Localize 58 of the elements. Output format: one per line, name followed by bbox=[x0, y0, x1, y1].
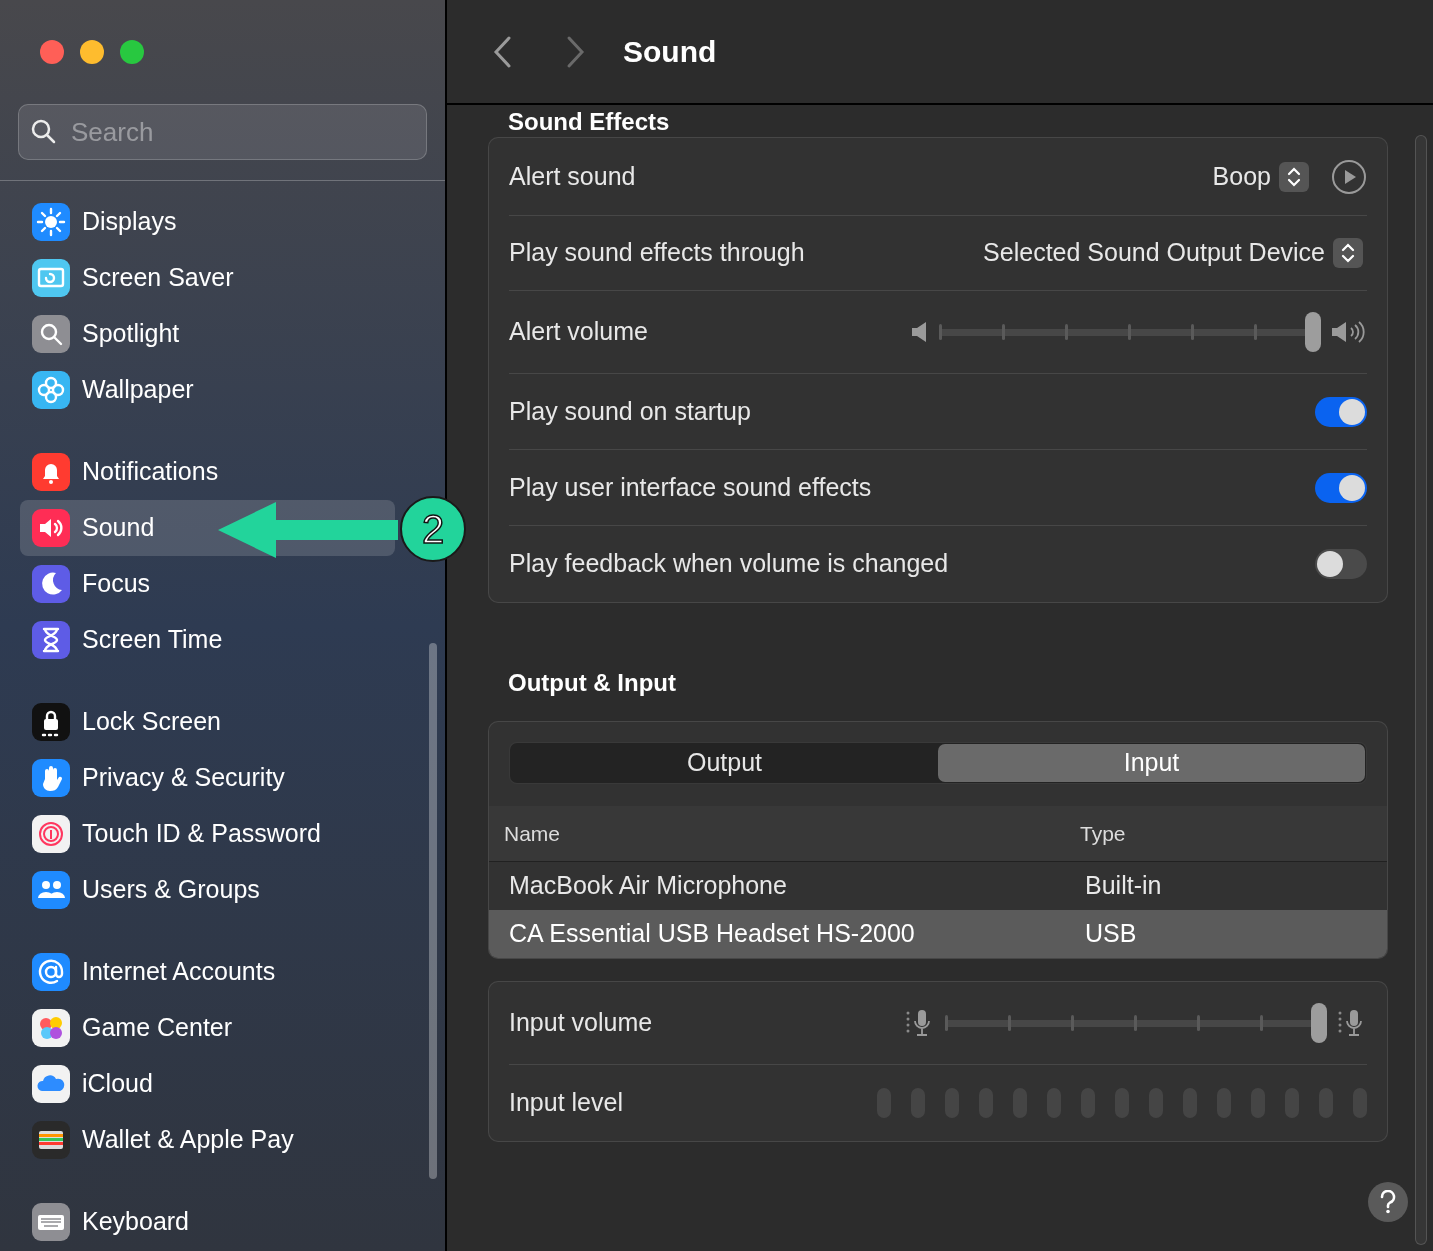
tab[interactable]: Output bbox=[511, 744, 938, 782]
slider-thumb[interactable] bbox=[1311, 1003, 1327, 1043]
setting-label: Alert sound bbox=[509, 160, 636, 192]
close-button[interactable] bbox=[40, 40, 64, 64]
zoom-button[interactable] bbox=[120, 40, 144, 64]
setting-label: Play feedback when volume is changed bbox=[509, 548, 949, 580]
window-title: Sound bbox=[623, 34, 717, 70]
slider-thumb[interactable] bbox=[1305, 312, 1321, 352]
scroll-bar[interactable] bbox=[429, 643, 437, 1179]
play-button[interactable] bbox=[1331, 158, 1367, 195]
toggle-switch[interactable] bbox=[1315, 396, 1367, 427]
toggle-switch[interactable] bbox=[1315, 549, 1367, 579]
scroll-bar[interactable] bbox=[1415, 135, 1427, 1245]
setting-label: Play sound on startup bbox=[509, 395, 751, 427]
sidebar-item[interactable]: Privacy & Security bbox=[20, 750, 395, 806]
sidebar-item[interactable]: Users & Groups bbox=[20, 862, 395, 918]
sidebar-item[interactable]: Lock Screen bbox=[20, 694, 395, 750]
speaker-icon bbox=[1331, 320, 1367, 344]
slider-track[interactable] bbox=[945, 1001, 1327, 1045]
setting-label: Input level bbox=[509, 1087, 623, 1119]
setting-label: Play sound effects through bbox=[509, 237, 805, 269]
table-cell-text: MacBook Air Microphone bbox=[508, 870, 788, 902]
sidebar-item[interactable]: Touch ID & Password bbox=[20, 806, 395, 862]
sidebar-item[interactable]: Screen Time bbox=[20, 612, 395, 668]
minimize-button[interactable] bbox=[80, 40, 104, 64]
sidebar-item[interactable]: Internet Accounts bbox=[20, 944, 395, 1000]
sidebar-item[interactable]: Notifications bbox=[20, 444, 395, 500]
popup-button[interactable]: Boop bbox=[1212, 157, 1309, 196]
sidebar-item[interactable]: iCloud bbox=[20, 1056, 395, 1112]
help-button[interactable] bbox=[1368, 1182, 1408, 1222]
device-row[interactable]: MacBook Air Microphone Built-in bbox=[489, 862, 1387, 910]
device-row[interactable]: CA Essential USB Headset HS-2000 USB bbox=[489, 910, 1387, 958]
section-heading: Output & Input bbox=[507, 668, 677, 698]
table-cell-text: USB bbox=[1084, 918, 1137, 950]
speaker-icon bbox=[911, 320, 929, 344]
toggle-switch[interactable] bbox=[1315, 472, 1367, 503]
sidebar-item[interactable]: Displays bbox=[20, 194, 395, 250]
sidebar-item[interactable]: Wallet & Apple Pay bbox=[20, 1112, 395, 1168]
setting-label: Input volume bbox=[509, 1007, 653, 1039]
table-cell-text: CA Essential USB Headset HS-2000 bbox=[508, 918, 916, 950]
popup-button[interactable]: Selected Sound Output Device bbox=[983, 234, 1363, 272]
setting-label: Alert volume bbox=[509, 316, 648, 348]
sidebar-item[interactable]: Game Center bbox=[20, 1000, 395, 1056]
sidebar-item[interactable]: Focus bbox=[20, 556, 395, 612]
sidebar-item[interactable]: Screen Saver bbox=[20, 250, 395, 306]
section-heading: Sound Effects bbox=[507, 107, 671, 137]
table-cell-text: Built-in bbox=[1084, 870, 1162, 902]
column-header: Type bbox=[1079, 820, 1126, 847]
column-header: Name bbox=[503, 820, 562, 847]
tab[interactable]: Input bbox=[938, 744, 1365, 782]
search-icon bbox=[30, 118, 58, 146]
question-icon bbox=[1380, 1190, 1396, 1214]
play-icon bbox=[1331, 158, 1367, 195]
sidebar-item[interactable]: Keyboard bbox=[20, 1194, 395, 1250]
setting-label: Play user interface sound effects bbox=[509, 471, 872, 503]
sidebar-item[interactable]: Spotlight bbox=[20, 306, 395, 362]
slider-track[interactable] bbox=[939, 310, 1321, 354]
sidebar-item[interactable]: Wallpaper bbox=[20, 362, 395, 418]
